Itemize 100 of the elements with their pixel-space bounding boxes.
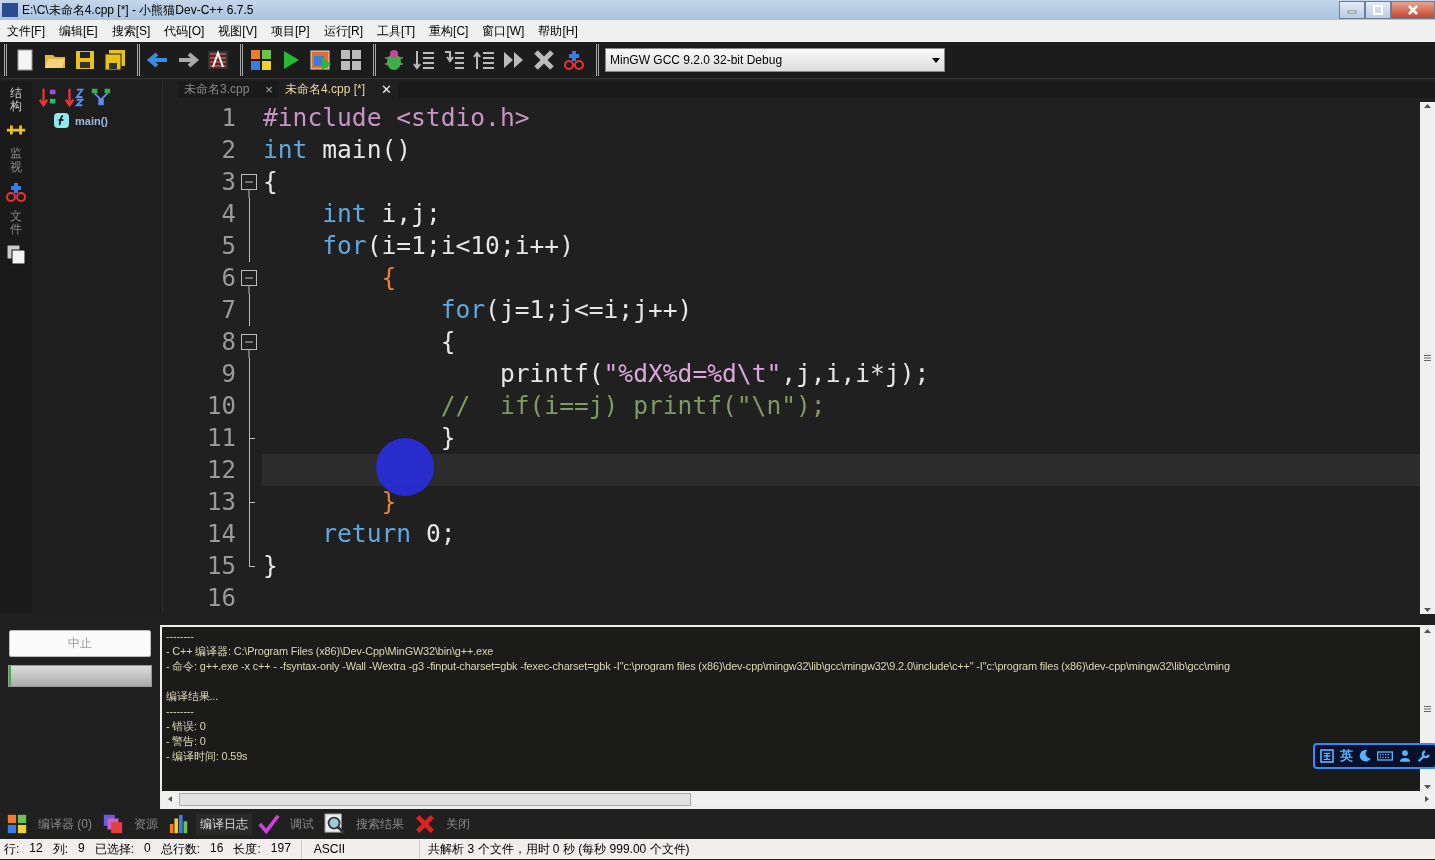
code-line: return 0; [321,518,457,550]
line-number: 8 [220,328,236,356]
status-label: 列: [52,840,69,858]
moon-icon[interactable] [1358,749,1372,763]
code-line: } [262,550,279,582]
code-line: printf("%dX%d=%d\t",j,i,i*j); [498,358,931,390]
save-all-icon[interactable] [103,48,127,72]
compiler-dropdown[interactable]: MinGW GCC 9.2.0 32-bit Debug [605,48,945,72]
line-number: 7 [220,296,236,324]
menu-item[interactable]: 工具[T] [370,22,423,40]
menu-item[interactable]: 窗口[W] [475,22,532,40]
hierarchy-icon[interactable] [90,86,112,108]
side-tab[interactable]: 文件 [10,209,22,237]
rebuild-icon[interactable] [339,48,363,72]
panel-tab[interactable]: 搜索结果 [352,813,408,835]
menu-item[interactable]: 视图[V] [211,22,265,40]
status-label: 长度: [233,840,261,858]
ime-language-toggle[interactable]: 英 [1340,747,1353,765]
compile-run-icon[interactable] [309,48,333,72]
log-line: - C++ 编译器: C:\Program Files (x86)\Dev-Cpp\MinGW32\bin\g++.exe [166,644,494,659]
menu-item[interactable]: 文件[F] [0,22,52,40]
file-tab[interactable]: 未命名4.cpp [*] ✕ [278,81,398,98]
tab-close-button[interactable]: ✕ [381,82,392,97]
grid-icon[interactable] [6,813,28,835]
bar-chart-icon[interactable] [168,813,190,835]
line-number: 9 [220,360,236,388]
code-line: } [380,486,398,518]
status-value: 197 [270,840,291,857]
panel-tab[interactable]: 资源 [130,813,162,835]
menu-item[interactable]: 项目[P] [264,22,317,40]
scroll-thumb-grip-icon[interactable] [1423,354,1432,362]
line-number: 2 [220,136,236,164]
menu-item[interactable]: 编辑[E] [52,22,105,40]
log-line: - 命令: g++.exe -x c++ - -fsyntax-only -Wall -Wextra -g3 -finput-charset=gbk -fexec-charset=gbk -I"c:\program files (x86)\dev-cpp\mingw32\lib\gcc\mingw32\9.2.0\include\c++" -I"c:\program files (x86)\dev-cpp\mingw32\lib\gcc\ming [166,659,1230,674]
line-number: 16 [206,584,236,612]
wrench-icon[interactable] [1417,749,1431,763]
scroll-left-arrow-icon[interactable] [166,795,175,803]
ime-mode-icon[interactable] [1319,748,1335,764]
log-line: -------- [166,704,194,719]
file-tab[interactable]: 未命名3.cpp × [178,81,279,98]
layers-icon[interactable] [102,813,124,835]
magnifier-icon[interactable] [324,813,346,835]
panel-tab[interactable]: 编译器 (0) [34,813,96,835]
maximize-icon [1373,5,1383,15]
scroll-down-arrow-icon[interactable] [1423,783,1432,791]
status-label: 总行数: [160,840,201,858]
code-line: { [262,166,279,198]
function-icon [54,113,69,128]
menu-item[interactable]: 搜索[S] [104,22,158,40]
x-mark-icon[interactable] [414,813,436,835]
scroll-up-arrow-icon[interactable] [1423,627,1432,635]
code-line: #include <stdio.h> [262,102,531,134]
scroll-down-arrow-icon[interactable] [1423,606,1432,614]
copy-icon[interactable] [4,242,28,267]
scroll-right-arrow-icon[interactable] [1422,795,1431,803]
step-over-icon[interactable] [412,48,436,72]
tree-item[interactable]: main() [75,114,108,127]
menu-item[interactable]: 运行[R] [316,22,371,40]
menu-item[interactable]: 代码[O] [157,22,212,40]
code-line: int main() [262,134,413,166]
scroll-thumb[interactable] [179,792,691,806]
side-tab[interactable]: 结构 [10,87,22,114]
bug-icon[interactable] [382,48,406,72]
panel-tab[interactable]: 关闭 [442,813,474,835]
code-line: // if(i==j) printf("\n"); [439,390,827,422]
log-line: - 警告: 0 [166,734,206,749]
line-number: 11 [206,424,236,452]
line-number: 14 [206,520,236,548]
step-into-icon[interactable] [442,48,466,72]
line-number: 12 [206,456,236,484]
code-line: for(j=1;j<=i;j++) [439,294,694,326]
maximize-button[interactable] [1365,1,1391,19]
side-tab[interactable]: 监视 [10,147,22,174]
panel-tab[interactable]: 编译日志 [196,813,252,835]
caret-icon [932,57,940,63]
line-number: 1 [220,104,236,132]
status-label: 已选择: [94,840,135,858]
menu-item[interactable]: 帮助[H] [531,22,585,40]
watch-icon[interactable] [562,48,586,72]
checkmark-icon[interactable] [258,813,280,835]
compile-icon[interactable] [249,48,273,72]
line-number: 4 [220,200,236,228]
fold-end-corner [248,550,255,567]
fold-guide-line [248,294,250,326]
log-line: - 错误: 0 [166,719,206,734]
tab-close-button[interactable]: × [265,82,273,97]
scroll-up-arrow-icon[interactable] [1423,102,1432,110]
save-icon[interactable] [73,48,97,72]
menu-item[interactable]: 重构[C] [422,22,476,40]
status-value: 12 [29,840,43,857]
code-line: } [439,422,457,454]
scroll-thumb-grip-icon[interactable] [1423,705,1432,713]
person-icon[interactable] [1398,749,1412,763]
minimize-button[interactable] [1339,1,1365,19]
keyboard-icon[interactable] [1377,748,1393,764]
text-format-icon[interactable] [206,48,230,72]
panel-tab[interactable]: 调试 [286,813,318,835]
stop-icon[interactable] [532,48,556,72]
close-button[interactable] [1391,1,1435,19]
sort-alpha-icon[interactable] [64,86,86,108]
